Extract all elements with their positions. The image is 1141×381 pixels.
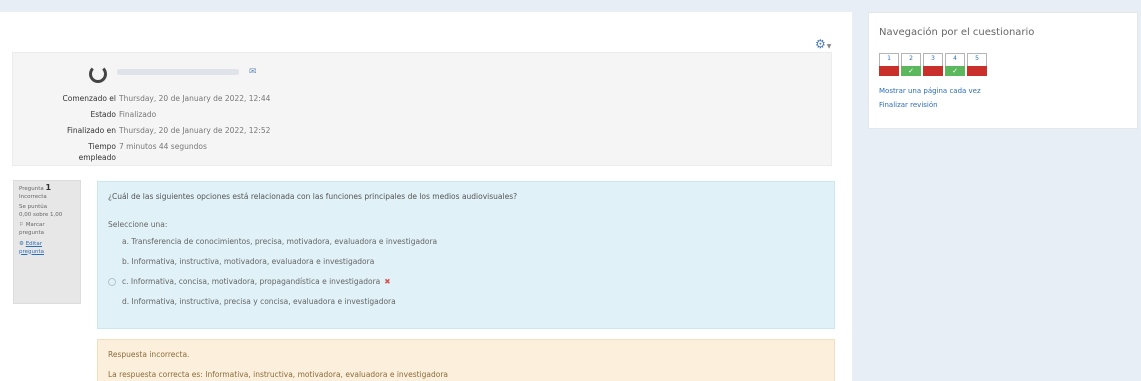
nav-question-button[interactable]: 1: [879, 53, 899, 76]
summary-label: Estado: [90, 110, 116, 119]
summary-value: Thursday, 20 de January de 2022, 12:44: [119, 94, 271, 103]
flag-label-cont: pregunta: [19, 229, 45, 236]
nav-question-button[interactable]: 4 ✓: [945, 53, 965, 76]
edit-question-link[interactable]: ⚙ Editar: [19, 241, 75, 249]
question-number: 1: [45, 183, 52, 192]
answer-option-a[interactable]: a. Transferencia de conocimientos, preci…: [108, 236, 437, 248]
show-one-page-link[interactable]: Mostrar una página cada vez: [879, 87, 981, 95]
feedback-status: Respuesta incorrecta.: [108, 350, 190, 359]
answer-option-b[interactable]: b. Informativa, instructiva, motivadora,…: [108, 256, 374, 268]
question-status: Incorrecta: [19, 193, 47, 200]
summary-label: Comenzado el: [62, 94, 116, 103]
edit-label: Editar: [25, 241, 42, 247]
user-name-link[interactable]: [117, 69, 239, 75]
summary-row-started: Comenzado el Thursday, 20 de January de …: [13, 93, 833, 105]
option-text: d. Informativa, instructiva, precisa y c…: [122, 297, 396, 306]
nav-question-button[interactable]: 5: [967, 53, 987, 76]
gear-icon: ⚙: [19, 241, 24, 247]
quiz-navigation: Navegación por el cuestionario 1 2 ✓ 3 4…: [868, 12, 1138, 129]
incorrect-marker: [967, 66, 987, 76]
summary-row-finished: Finalizado en Thursday, 20 de January de…: [13, 125, 833, 137]
summary-label: empleado: [78, 153, 116, 162]
nav-question-number: 5: [975, 55, 979, 62]
attempt-summary: ✉ Comenzado el Thursday, 20 de January d…: [12, 52, 832, 166]
check-icon: ✓: [945, 66, 965, 76]
feedback-correct-answer: La respuesta correcta es: Informativa, i…: [108, 370, 449, 379]
question-mark-value: 0,00 sobre 1,00: [19, 211, 63, 218]
incorrect-marker: [923, 66, 943, 76]
nav-question-button[interactable]: 2 ✓: [901, 53, 921, 76]
summary-row-time-cont: empleado: [13, 152, 833, 164]
answer-option-c[interactable]: c. Informativa, concisa, motivadora, pro…: [108, 276, 391, 288]
gear-icon[interactable]: ⚙▼: [815, 37, 831, 51]
answer-prompt: Seleccione una:: [108, 220, 168, 229]
question-info: Pregunta 1 Incorrecta Se puntúa 0,00 sob…: [13, 180, 81, 304]
flag-icon: ⚐: [19, 222, 24, 228]
main-content: ⚙▼ ✉ Comenzado el Thursday, 20 de Januar…: [0, 12, 852, 381]
incorrect-marker: [879, 66, 899, 76]
summary-label: Finalizado en: [66, 126, 116, 135]
answer-option-d[interactable]: d. Informativa, instructiva, precisa y c…: [108, 296, 396, 308]
message-icon[interactable]: ✉: [249, 67, 257, 77]
summary-row-state: Estado Finalizado: [13, 109, 833, 121]
nav-question-number: 1: [887, 55, 891, 62]
question-box: ¿Cuál de las siguientes opciones está re…: [97, 181, 835, 329]
close-icon: ✖: [384, 277, 391, 286]
check-icon: ✓: [901, 66, 921, 76]
edit-label-cont[interactable]: pregunta: [19, 249, 75, 257]
nav-question-button[interactable]: 3: [923, 53, 943, 76]
summary-value: Thursday, 20 de January de 2022, 12:52: [119, 126, 271, 135]
nav-question-number: 4: [953, 55, 957, 62]
flag-question-button[interactable]: ⚐ Marcar: [19, 222, 75, 230]
option-text: a. Transferencia de conocimientos, preci…: [122, 237, 438, 246]
radio-button[interactable]: [108, 278, 116, 286]
summary-value: Finalizado: [119, 110, 157, 119]
finish-review-link[interactable]: Finalizar revisión: [879, 101, 938, 109]
nav-question-number: 3: [931, 55, 935, 62]
nav-question-number: 2: [909, 55, 913, 62]
option-text: b. Informativa, instructiva, motivadora,…: [122, 257, 375, 266]
flag-label: Marcar: [25, 222, 45, 228]
avatar[interactable]: [89, 65, 107, 83]
chevron-down-icon: ▼: [826, 43, 832, 50]
feedback-box: Respuesta incorrecta. La respuesta corre…: [97, 339, 835, 381]
nav-title: Navegación por el cuestionario: [879, 27, 1035, 38]
question-label: Pregunta: [19, 186, 44, 192]
option-text: c. Informativa, concisa, motivadora, pro…: [122, 277, 381, 286]
question-text: ¿Cuál de las siguientes opciones está re…: [108, 192, 518, 201]
question-mark-label: Se puntúa: [19, 204, 48, 210]
